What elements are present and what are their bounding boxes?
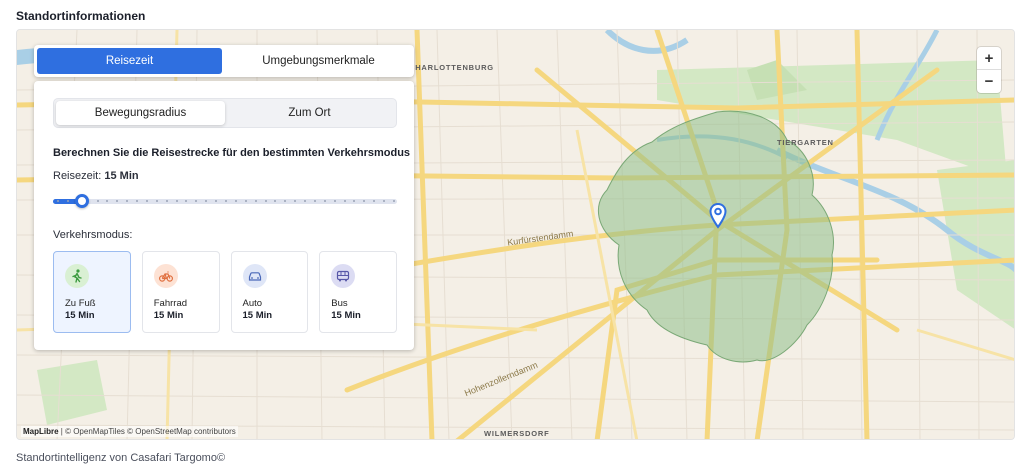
zoom-out-button[interactable]: − — [977, 70, 1001, 93]
tab-reisezeit[interactable]: Reisezeit — [37, 48, 222, 74]
mode-name: Zu Fuß — [65, 298, 96, 309]
panel-heading: Berechnen Sie die Reisestrecke für den b… — [53, 147, 411, 159]
transport-modes: Zu Fuß 15 Min Fahrrad 15 Min Auto 15 Min — [53, 251, 397, 333]
panel-tabs: Reisezeit Umgebungsmerkmale — [34, 45, 414, 77]
travel-time-label: Reisezeit: 15 Min — [53, 170, 139, 182]
slider-tick — [304, 200, 306, 202]
mode-duration: 15 Min — [65, 310, 95, 321]
mode-name: Auto — [242, 298, 263, 309]
slider-ticks — [53, 200, 397, 203]
slider-tick — [235, 200, 237, 202]
mode-segmented-control: Bewegungsradius Zum Ort — [53, 98, 397, 128]
walk-icon — [65, 264, 89, 288]
district-label-wilmersdorf: WILMERSDORF — [484, 429, 550, 438]
mode-name: Bus — [331, 298, 348, 309]
district-label-tiergarten: TIERGARTEN — [777, 138, 834, 147]
mode-card-bicycle[interactable]: Fahrrad 15 Min — [141, 251, 220, 333]
slider-tick — [67, 200, 69, 202]
bus-icon — [331, 264, 356, 288]
slider-tick — [97, 200, 99, 202]
slider-tick — [324, 200, 326, 202]
zoom-in-button[interactable]: + — [977, 47, 1001, 70]
slider-tick — [205, 200, 207, 202]
section-title: Standortinformationen — [16, 9, 146, 23]
slider-tick — [393, 200, 395, 202]
slider-tick — [116, 200, 118, 202]
modes-label: Verkehrsmodus: — [53, 229, 133, 241]
location-marker-icon[interactable] — [709, 203, 727, 229]
mode-card-car[interactable]: Auto 15 Min — [230, 251, 309, 333]
travel-time-caption: Reisezeit: — [53, 170, 102, 182]
slider-tick — [106, 200, 108, 202]
slider-tick — [195, 200, 197, 202]
mode-card-walk[interactable]: Zu Fuß 15 Min — [53, 251, 131, 333]
slider-tick — [353, 200, 355, 202]
attribution-text[interactable]: | © OpenMapTiles © OpenStreetMap contrib… — [59, 427, 236, 436]
mode-card-bus[interactable]: Bus 15 Min — [319, 251, 397, 333]
slider-tick — [215, 200, 217, 202]
slider-tick — [314, 200, 316, 202]
segment-bewegungsradius[interactable]: Bewegungsradius — [56, 101, 225, 125]
slider-tick — [166, 200, 168, 202]
slider-tick — [344, 200, 346, 202]
zoom-control: + − — [977, 47, 1001, 93]
slider-tick — [245, 200, 247, 202]
slider-tick — [383, 200, 385, 202]
mode-duration: 15 Min — [242, 310, 273, 321]
map-attribution[interactable]: MapLibre | © OpenMapTiles © OpenStreetMa… — [21, 426, 238, 437]
footer-credit: Standortintelligenz von Casafari Targomo… — [16, 452, 226, 464]
slider-tick — [176, 200, 178, 202]
slider-thumb[interactable] — [75, 194, 89, 208]
travel-time-panel: Reisezeit Umgebungsmerkmale Bewegungsrad… — [34, 45, 414, 350]
district-label-charlottenburg: CHARLOTTENBURG — [409, 63, 494, 72]
slider-tick — [255, 200, 257, 202]
slider-tick — [274, 200, 276, 202]
mode-duration: 15 Min — [153, 310, 184, 321]
slider-tick — [156, 200, 158, 202]
mode-name: Fahrrad — [153, 298, 188, 309]
slider-tick — [363, 200, 365, 202]
slider-tick — [146, 200, 148, 202]
slider-tick — [57, 200, 59, 202]
tab-umgebungsmerkmale[interactable]: Umgebungsmerkmale — [226, 48, 411, 74]
slider-tick — [126, 200, 128, 202]
slider-tick — [284, 200, 286, 202]
slider-tick — [185, 200, 187, 202]
slider-tick — [225, 200, 227, 202]
slider-tick — [265, 200, 267, 202]
slider-tick — [373, 200, 375, 202]
slider-tick — [294, 200, 296, 202]
travel-time-value: 15 Min — [104, 170, 139, 182]
mode-duration: 15 Min — [331, 310, 361, 321]
panel-body: Bewegungsradius Zum Ort Berechnen Sie di… — [34, 81, 414, 350]
bicycle-icon — [153, 264, 178, 288]
attribution-brand[interactable]: MapLibre — [23, 427, 59, 436]
car-icon — [242, 264, 267, 288]
slider-tick — [334, 200, 336, 202]
travel-time-slider[interactable] — [53, 194, 397, 208]
segment-zum-ort[interactable]: Zum Ort — [225, 101, 394, 125]
slider-tick — [136, 200, 138, 202]
